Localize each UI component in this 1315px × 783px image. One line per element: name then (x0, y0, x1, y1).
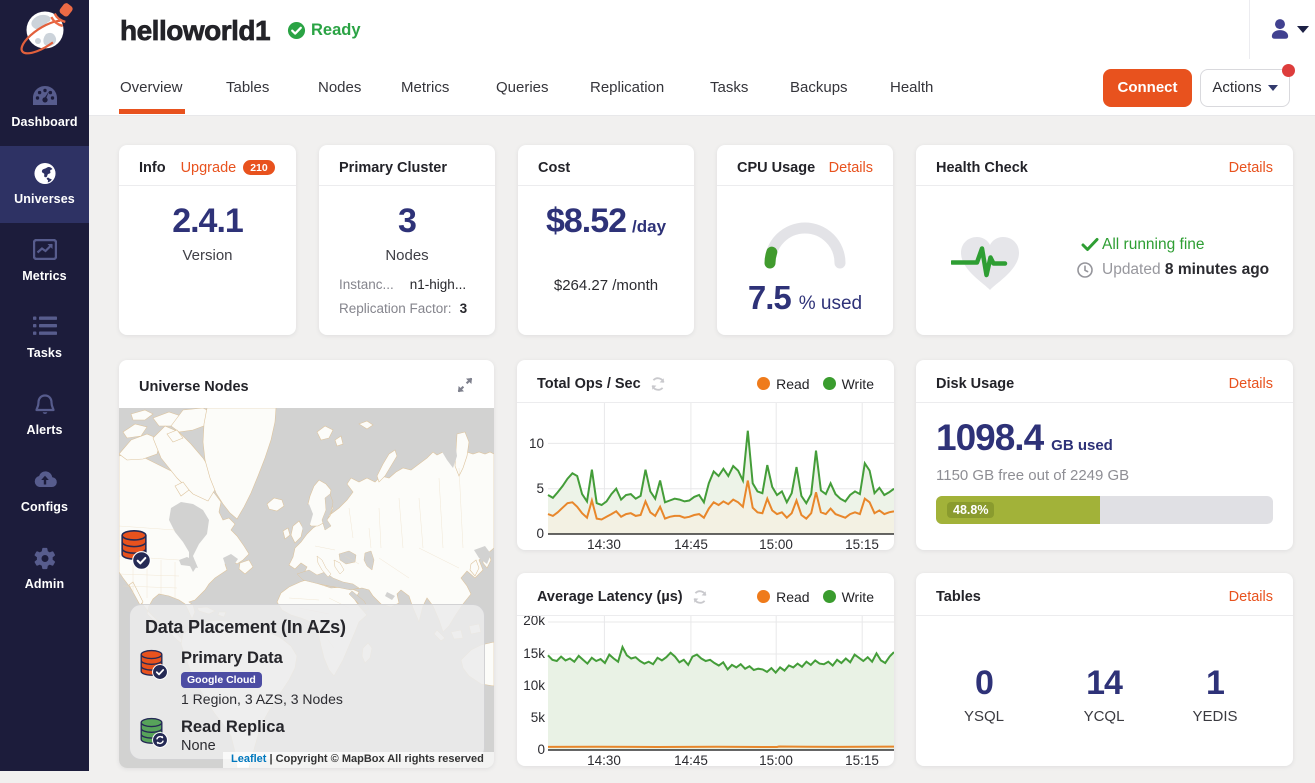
svg-text:15:15: 15:15 (845, 537, 879, 550)
svg-text:14:45: 14:45 (674, 537, 708, 550)
svg-text:0: 0 (536, 526, 544, 541)
svg-text:10k: 10k (523, 678, 545, 693)
svg-text:15:00: 15:00 (759, 537, 793, 550)
svg-text:15:00: 15:00 (759, 753, 793, 766)
svg-text:15:15: 15:15 (845, 753, 879, 766)
svg-text:15k: 15k (523, 646, 545, 661)
svg-text:5: 5 (536, 481, 544, 496)
svg-text:10: 10 (529, 436, 544, 451)
svg-text:14:30: 14:30 (587, 753, 621, 766)
svg-text:20k: 20k (523, 616, 545, 628)
svg-text:14:45: 14:45 (674, 753, 708, 766)
svg-text:14:30: 14:30 (587, 537, 621, 550)
svg-text:0: 0 (537, 742, 545, 757)
svg-text:5k: 5k (531, 710, 546, 725)
